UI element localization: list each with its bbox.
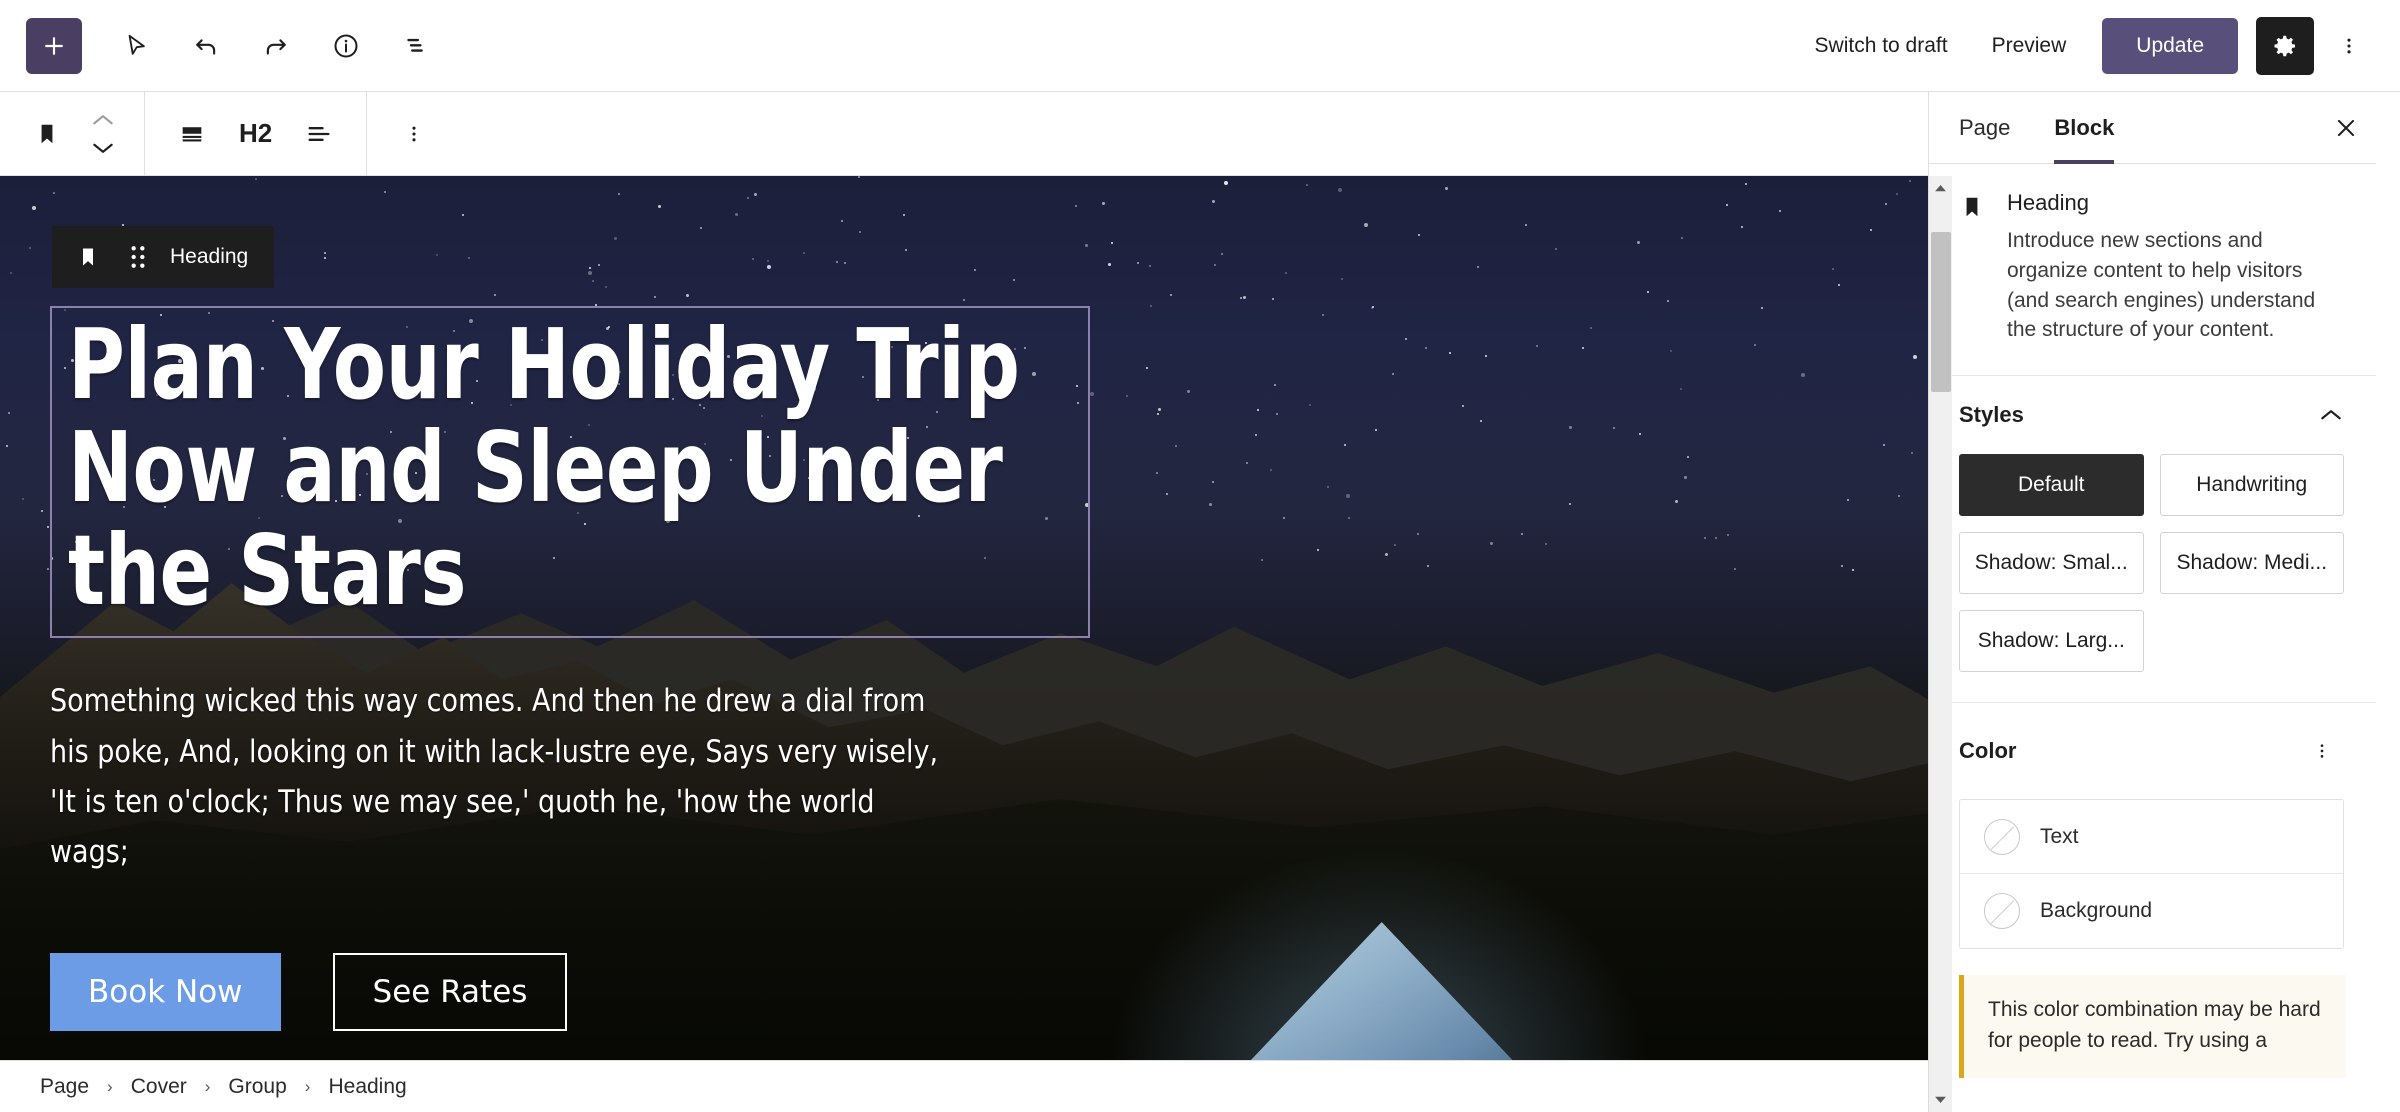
breadcrumb-item-group[interactable]: Group: [224, 1075, 290, 1099]
block-card-title: Heading: [2007, 190, 2089, 215]
header-options-icon[interactable]: [2324, 18, 2374, 74]
style-option-shadow-small[interactable]: Shadow: Smal...: [1959, 532, 2144, 595]
block-mover: [80, 107, 126, 161]
block-options-icon[interactable]: [385, 105, 443, 163]
see-rates-button[interactable]: See Rates: [332, 953, 568, 1032]
editor-column: H2 Heading Plan Your Holiday Trip Now an…: [0, 92, 1952, 1112]
color-row-background[interactable]: Background: [1960, 874, 2343, 949]
close-sidebar-icon[interactable]: [2316, 92, 2376, 163]
scrollbar-track[interactable]: [1929, 200, 1953, 1088]
style-option-handwriting[interactable]: Handwriting: [2159, 454, 2344, 517]
color-row-text[interactable]: Text: [1960, 800, 2343, 875]
block-toolbar-group-more: [367, 92, 461, 175]
no-color-swatch-icon: [1984, 893, 2020, 930]
block-card-description: Introduce new sections and organize cont…: [2007, 229, 2316, 342]
move-up-icon[interactable]: [83, 107, 123, 133]
breadcrumb-item-page[interactable]: Page: [36, 1075, 93, 1099]
breadcrumb-separator-icon: ›: [304, 1076, 311, 1096]
block-toolbar-group-format: H2: [145, 92, 368, 175]
move-down-icon[interactable]: [83, 135, 123, 161]
style-option-shadow-medium[interactable]: Shadow: Medi...: [2159, 532, 2344, 595]
color-panel-title: Color: [1959, 738, 2017, 764]
redo-icon[interactable]: [248, 18, 304, 74]
canvas-scrollbar[interactable]: [1928, 176, 1952, 1112]
undo-icon[interactable]: [178, 18, 234, 74]
preview-button[interactable]: Preview: [1970, 22, 2089, 70]
styles-options-grid: Default Handwriting Shadow: Smal... Shad…: [1959, 454, 2344, 673]
cover-heading-text[interactable]: Plan Your Holiday Trip Now and Sleep Und…: [68, 313, 1068, 622]
details-info-icon[interactable]: [318, 18, 374, 74]
style-option-default[interactable]: Default: [1959, 454, 2144, 517]
styles-panel-header[interactable]: Styles: [1959, 402, 2344, 428]
update-button[interactable]: Update: [2102, 17, 2238, 74]
contrast-warning-notice: This color combination may be hard for p…: [1959, 975, 2346, 1079]
settings-gear-icon[interactable]: [2256, 16, 2314, 75]
editor-canvas[interactable]: Heading Plan Your Holiday Trip Now and S…: [0, 176, 1928, 1112]
sidebar-tabs: Page Block: [1929, 92, 2376, 164]
breadcrumb-separator-icon: ›: [204, 1076, 211, 1096]
color-panel-header: Color: [1959, 729, 2344, 773]
text-align-icon[interactable]: [290, 105, 348, 163]
chip-drag-handle-icon[interactable]: [120, 239, 156, 275]
style-option-shadow-large[interactable]: Shadow: Larg...: [1959, 610, 2144, 673]
scroll-up-arrow-icon[interactable]: [1929, 176, 1953, 200]
book-now-button[interactable]: Book Now: [50, 953, 281, 1032]
switch-to-draft-button[interactable]: Switch to draft: [1793, 22, 1970, 70]
chip-label-text: Heading: [170, 245, 249, 268]
list-view-icon[interactable]: [388, 18, 444, 74]
styles-panel-title: Styles: [1959, 402, 2024, 428]
heading-block-type-icon[interactable]: [163, 105, 221, 163]
block-card: Heading Introduce new sections and organ…: [1959, 190, 2344, 345]
block-card-section: Heading Introduce new sections and organ…: [1929, 164, 2376, 377]
cover-inner-content: Plan Your Holiday Trip Now and Sleep Und…: [0, 176, 1100, 1032]
color-options-list: Text Background: [1959, 799, 2344, 950]
breadcrumb-item-cover[interactable]: Cover: [127, 1075, 191, 1099]
cover-paragraph-text[interactable]: Something wicked this way comes. And the…: [50, 676, 946, 877]
scrollbar-thumb[interactable]: [1930, 232, 1951, 392]
breadcrumb-separator-icon: ›: [107, 1076, 113, 1096]
heading-level-button[interactable]: H2: [225, 105, 286, 163]
tab-block[interactable]: Block: [2032, 92, 2136, 164]
header-right-actions: Switch to draft Preview Update: [1793, 16, 2374, 75]
tools-cursor-icon[interactable]: [108, 18, 164, 74]
block-label-chip[interactable]: Heading: [52, 226, 275, 288]
color-panel-options-icon[interactable]: [2300, 729, 2344, 773]
heading-block-selected[interactable]: Plan Your Holiday Trip Now and Sleep Und…: [50, 306, 1090, 639]
heading-block-bookmark-icon[interactable]: [18, 105, 76, 163]
tab-page[interactable]: Page: [1937, 92, 2032, 163]
chip-bookmark-icon: [70, 239, 106, 275]
cover-buttons-group: Book Now See Rates: [50, 953, 1100, 1032]
block-toolbar-group-block: [0, 92, 145, 175]
color-row-background-label: Background: [2040, 899, 2153, 923]
block-card-text: Heading Introduce new sections and organ…: [2007, 190, 2344, 345]
breadcrumb: Page › Cover › Group › Heading: [0, 1060, 1928, 1112]
editor-header: Switch to draft Preview Update: [0, 0, 2400, 92]
block-card-bookmark-icon: [1959, 194, 1987, 225]
scroll-down-arrow-icon[interactable]: [1929, 1088, 1953, 1112]
breadcrumb-item-heading[interactable]: Heading: [324, 1075, 410, 1099]
color-row-text-label: Text: [2040, 824, 2079, 848]
no-color-swatch-icon: [1984, 818, 2020, 855]
editor-body: H2 Heading Plan Your Holiday Trip Now an…: [0, 92, 2400, 1112]
settings-sidebar: Page Block Heading Introduce new section…: [1928, 92, 2376, 1112]
chevron-up-icon[interactable]: [2318, 407, 2344, 423]
block-inserter-button[interactable]: [26, 17, 82, 74]
header-left-tools: [26, 17, 444, 74]
block-toolbar: H2: [0, 92, 1928, 176]
styles-panel: Styles Default Handwriting Shadow: Smal.…: [1929, 376, 2376, 704]
editor-app: Switch to draft Preview Update H2 Headin…: [0, 0, 2400, 1112]
color-panel: Color Text Background: [1929, 703, 2376, 950]
